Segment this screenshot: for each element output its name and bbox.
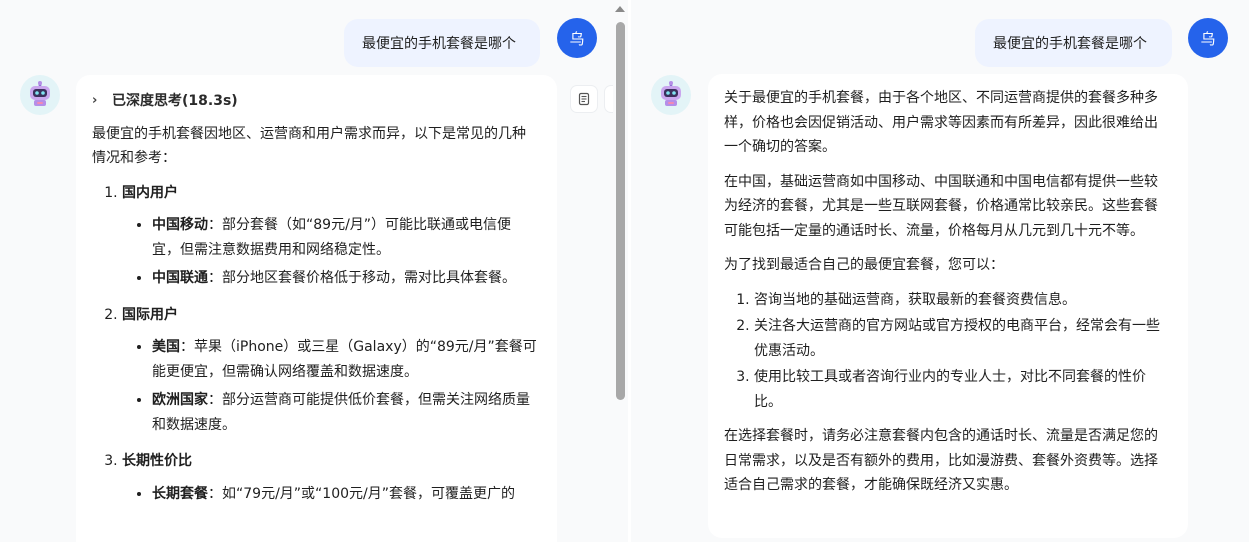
section-heading: 国内用户: [122, 184, 178, 201]
bullet-key: 长期套餐: [152, 485, 208, 502]
user-message-text: 最便宜的手机套餐是哪个: [993, 36, 1147, 52]
assistant-response-card: › 已深度思考(18.3s) 最便宜的手机套餐因地区、运营商和用户需求而异，以下…: [76, 75, 557, 542]
bullet-item: 长期套餐：如“79元/月”或“100元/月”套餐，可覆盖更广的: [152, 482, 539, 507]
bullet-key: 中国联通: [152, 270, 208, 286]
step-item: 关注各大运营商的官方网站或官方授权的电商平台，经常会有一些优惠活动。: [754, 314, 1166, 363]
right-chat-pane: 最便宜的手机套餐是哪个 乌 关于最便宜的手机套餐，由于各个地区、不同运营商提供的…: [631, 0, 1249, 542]
scrollbar-thumb[interactable]: [616, 22, 625, 400]
user-avatar-label: 乌: [569, 29, 585, 48]
bullet-key: 美国: [152, 339, 180, 355]
user-message-bubble: 最便宜的手机套餐是哪个: [344, 19, 540, 67]
robot-icon: [30, 81, 50, 106]
user-avatar-label: 乌: [1200, 29, 1216, 48]
bullet-item: 中国联通：部分地区套餐价格低于移动，需对比具体套餐。: [152, 266, 539, 291]
bullet-item: 中国移动：部分套餐（如“89元/月”）可能比联通或电信便宜，但需注意数据费用和网…: [152, 213, 539, 262]
section-item: 国际用户 美国：苹果（iPhone）或三星（Galaxy）的“89元/月”套餐可…: [122, 303, 539, 438]
document-icon: [578, 92, 590, 106]
user-avatar[interactable]: 乌: [557, 18, 597, 58]
section-list: 国内用户 中国移动：部分套餐（如“89元/月”）可能比联通或电信便宜，但需注意数…: [92, 181, 539, 507]
response-paragraph: 关于最便宜的手机套餐，由于各个地区、不同运营商提供的套餐多种多样，价格也会因促销…: [724, 90, 1158, 155]
bullet-text: ：部分运营商可能提供低价套餐，但需关注网络质量和数据速度。: [152, 392, 530, 433]
bullet-key: 欧洲国家: [152, 392, 208, 408]
thinking-label: 已深度思考(18.3s): [112, 93, 238, 109]
scroll-up-arrow-icon[interactable]: [615, 6, 625, 12]
bullet-text: ：部分地区套餐价格低于移动，需对比具体套餐。: [208, 270, 516, 286]
step-item: 使用比较工具或者咨询行业内的专业人士，对比不同套餐的性价比。: [754, 365, 1166, 414]
copy-response-button[interactable]: [571, 86, 597, 112]
comparison-window: 最便宜的手机套餐是哪个 乌 › 已深度思考(18.3s) 最便宜的手机套餐因地区: [0, 0, 1249, 542]
section-bullets: 美国：苹果（iPhone）或三星（Galaxy）的“89元/月”套餐可能更便宜，…: [122, 335, 539, 437]
bullet-item: 欧洲国家：部分运营商可能提供低价套餐，但需关注网络质量和数据速度。: [152, 388, 539, 437]
step-item: 咨询当地的基础运营商，获取最新的套餐资费信息。: [754, 288, 1166, 313]
left-chat-pane: 最便宜的手机套餐是哪个 乌 › 已深度思考(18.3s) 最便宜的手机套餐因地区: [0, 0, 628, 542]
user-message-text: 最便宜的手机套餐是哪个: [362, 36, 516, 52]
section-bullets: 长期套餐：如“79元/月”或“100元/月”套餐，可覆盖更广的: [122, 482, 539, 507]
thinking-toggle[interactable]: › 已深度思考(18.3s): [92, 89, 539, 114]
steps-list: 咨询当地的基础运营商，获取最新的套餐资费信息。 关注各大运营商的官方网站或官方授…: [724, 288, 1166, 415]
section-heading: 国际用户: [122, 306, 178, 323]
user-message-bubble: 最便宜的手机套餐是哪个: [975, 19, 1172, 67]
bot-avatar: [651, 75, 691, 115]
response-closing: 在选择套餐时，请务必注意套餐内包含的通话时长、流量是否满足您的日常需求，以及是否…: [724, 428, 1158, 493]
bullet-item: 美国：苹果（iPhone）或三星（Galaxy）的“89元/月”套餐可能更便宜，…: [152, 335, 539, 384]
bullet-text: ：如“79元/月”或“100元/月”套餐，可覆盖更广的: [208, 485, 515, 502]
assistant-response-card: 关于最便宜的手机套餐，由于各个地区、不同运营商提供的套餐多种多样，价格也会因促销…: [708, 74, 1188, 538]
chevron-right-icon: ›: [92, 93, 98, 108]
response-paragraph: 在中国，基础运营商如中国移动、中国联通和中国电信都有提供一些较为经济的套餐，尤其…: [724, 173, 1158, 239]
section-item: 国内用户 中国移动：部分套餐（如“89元/月”）可能比联通或电信便宜，但需注意数…: [122, 181, 539, 291]
response-intro: 最便宜的手机套餐因地区、运营商和用户需求而异，以下是常见的几种情况和参考：: [92, 125, 526, 167]
bullet-key: 中国移动: [152, 217, 208, 233]
section-item: 长期性价比 长期套餐：如“79元/月”或“100元/月”套餐，可覆盖更广的: [122, 449, 539, 506]
more-actions-button[interactable]: [605, 86, 613, 112]
bot-avatar: [20, 75, 60, 115]
bullet-text: ：苹果（iPhone）或三星（Galaxy）的“89元/月”套餐可能更便宜，但需…: [152, 339, 537, 380]
response-paragraph: 为了找到最适合自己的最便宜套餐，您可以：: [724, 257, 1004, 273]
section-bullets: 中国移动：部分套餐（如“89元/月”）可能比联通或电信便宜，但需注意数据费用和网…: [122, 213, 539, 291]
section-heading: 长期性价比: [122, 453, 192, 469]
robot-icon: [661, 81, 681, 106]
user-avatar[interactable]: 乌: [1188, 18, 1228, 58]
